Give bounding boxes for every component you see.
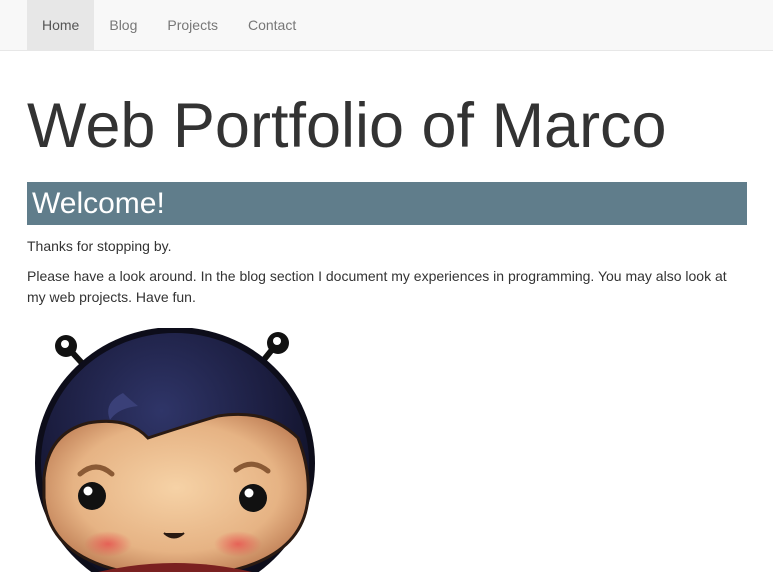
nav-item-blog[interactable]: Blog (94, 0, 152, 50)
description-paragraph: Please have a look around. In the blog s… (27, 268, 727, 305)
page-title: Web Portfolio of Marco (27, 91, 667, 161)
top-navbar: Home Blog Projects Contact (0, 0, 773, 51)
welcome-banner: Welcome! (27, 182, 747, 225)
intro-paragraph: Thanks for stopping by. (27, 238, 172, 254)
nav-item-contact[interactable]: Contact (233, 0, 311, 50)
nav-menu: Home Blog Projects Contact (27, 0, 311, 50)
nav-item-projects[interactable]: Projects (152, 0, 233, 50)
cartoon-ladybug-avatar-icon (28, 327, 324, 577)
nav-item-home[interactable]: Home (27, 0, 95, 50)
welcome-heading: Welcome! (32, 187, 165, 220)
